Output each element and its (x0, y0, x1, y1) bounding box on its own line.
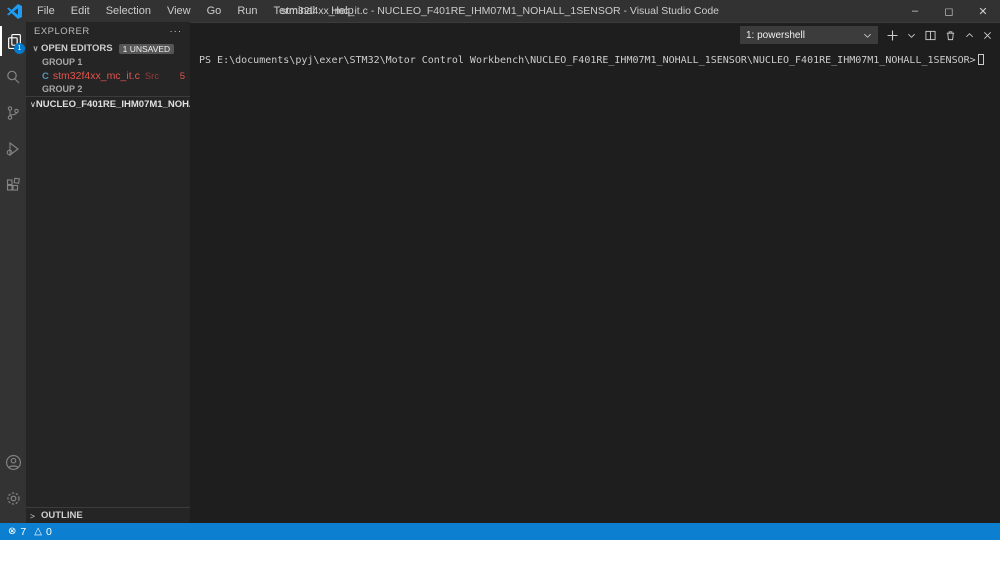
shell-select[interactable]: 1: powershell (740, 26, 878, 44)
menu-go[interactable]: Go (200, 3, 229, 19)
panel-header: 1: powershell (190, 23, 1000, 47)
chevron-down-icon: ∨ (32, 44, 39, 53)
problem-count-badge: 5 (179, 70, 185, 82)
open-editors-label: OPEN EDITORS (41, 43, 113, 54)
shell-select-value: 1: powershell (746, 29, 805, 41)
sidebar-title: EXPLORER (34, 26, 90, 37)
vscode-logo-icon (7, 3, 22, 19)
sidebar-header: EXPLORER ··· (26, 22, 190, 41)
outline-section[interactable]: > OUTLINE (26, 507, 190, 523)
warnings-icon[interactable]: △ (34, 526, 42, 537)
project-root-label: NUCLEO_F401RE_IHM07M1_NOHALL_1S... (35, 99, 190, 110)
activity-bar: 1 (0, 22, 26, 523)
explorer-badge: 1 (14, 43, 25, 54)
terminal-cursor (977, 54, 984, 65)
menu-selection[interactable]: Selection (99, 3, 158, 19)
close-button[interactable]: ✕ (966, 0, 1000, 22)
terminal-output[interactable]: PS E:\documents\pyj\exer\STM32\Motor Con… (190, 47, 1000, 523)
menu-edit[interactable]: Edit (64, 3, 97, 19)
maximize-panel-icon[interactable] (965, 31, 974, 40)
open-editor-item[interactable]: Cstm32f4xx_mc_it.c Src 5 (26, 69, 190, 83)
account-icon[interactable] (0, 447, 26, 477)
file-description: Src (144, 70, 160, 82)
close-panel-icon[interactable] (983, 31, 992, 40)
open-editors-group-label: GROUP 2 (42, 84, 83, 94)
maximize-button[interactable]: ◻ (932, 0, 966, 22)
menu-bar: File Edit Selection View Go Run Terminal Help (30, 3, 361, 19)
errors-icon[interactable]: ⊗ (8, 526, 16, 537)
chevron-down-icon[interactable] (907, 31, 916, 40)
menu-view[interactable]: View (160, 3, 198, 19)
menu-terminal[interactable]: Terminal (267, 3, 323, 19)
search-icon[interactable] (0, 62, 26, 92)
title-bar: File Edit Selection View Go Run Terminal Help s… (0, 0, 1000, 22)
explorer-sidebar: EXPLORER ··· ∨ OPEN EDITORS 1 UNSAVED GR… (26, 22, 190, 523)
vscode-window: File Edit Selection View Go Run Terminal Help s… (0, 0, 1000, 540)
menu-run[interactable]: Run (230, 3, 264, 19)
terminal-actions: 1: powershell (740, 26, 992, 44)
status-bar: ⊗ 7 △ 0 (0, 523, 1000, 540)
split-terminal-icon[interactable] (925, 30, 936, 41)
open-editors-header[interactable]: ∨ OPEN EDITORS 1 UNSAVED (26, 41, 190, 56)
menu-help[interactable]: Help (324, 3, 361, 19)
new-terminal-icon[interactable] (887, 30, 898, 41)
c-file-icon: C (42, 70, 49, 82)
open-editors-group-label: GROUP 1 (42, 57, 83, 67)
chevron-right-icon: > (30, 510, 35, 521)
menu-file[interactable]: File (30, 3, 62, 19)
unsaved-badge: 1 UNSAVED (118, 43, 175, 54)
error-count[interactable]: 7 (20, 526, 26, 538)
extensions-icon[interactable] (0, 170, 26, 200)
minimize-button[interactable]: – (898, 0, 932, 22)
chevron-down-icon (864, 33, 871, 38)
kill-terminal-trash-icon[interactable] (945, 30, 956, 41)
run-debug-icon[interactable] (0, 134, 26, 164)
settings-gear-icon[interactable] (0, 483, 26, 513)
explorer-icon[interactable]: 1 (0, 26, 26, 56)
terminal-prompt: PS E:\documents\pyj\exer\STM32\Motor Con… (199, 55, 976, 66)
sidebar-more-actions-icon[interactable]: ··· (170, 26, 183, 37)
outline-label: OUTLINE (41, 510, 83, 521)
file-name: stm32f4xx_mc_it.c (52, 70, 140, 82)
project-root-header[interactable]: ∨ NUCLEO_F401RE_IHM07M1_NOHALL_1S... (26, 96, 190, 112)
window-controls: – ◻ ✕ (898, 0, 1000, 22)
editor-area: 1: powershell PS E:\documents\pyj\exer\S… (190, 22, 1000, 523)
terminal-panel: 1: powershell PS E:\documents\pyj\exer\S… (190, 22, 1000, 523)
source-control-icon[interactable] (0, 98, 26, 128)
warning-count[interactable]: 0 (46, 526, 52, 538)
open-editors-list: GROUP 1 Cstm32f4xx_mc_it.c Src 5 GROUP 2 (26, 56, 190, 96)
